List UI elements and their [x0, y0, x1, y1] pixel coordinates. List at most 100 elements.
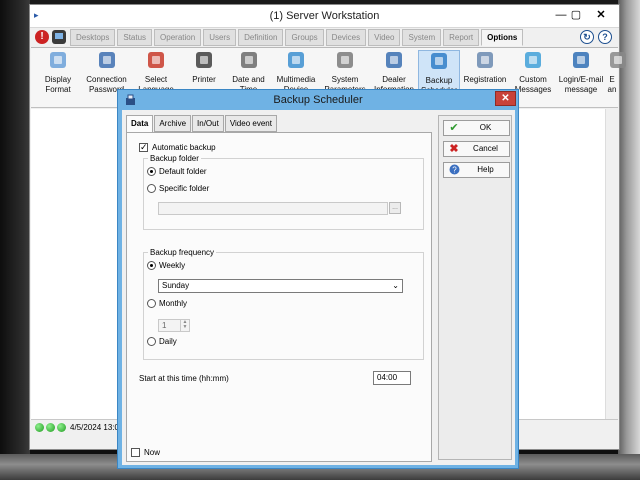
ok-button[interactable]: ✔ OK — [443, 120, 510, 136]
weekly-label: Weekly — [159, 261, 186, 270]
ribbon-label-line1: Backup — [425, 76, 453, 85]
main-tabs: Desktops Status Operation Users Definition Gr… — [70, 29, 525, 46]
ribbon-label-line1: Multimedia — [276, 75, 316, 84]
cancel-button[interactable]: ✖ Cancel — [443, 141, 510, 157]
default-folder-radio[interactable] — [147, 167, 156, 176]
ribbon-label-line1: Select — [144, 75, 168, 84]
printer-icon — [191, 50, 217, 72]
now-label: Now — [144, 448, 161, 457]
backup-folder-title: Backup folder — [148, 154, 201, 163]
help-icon[interactable]: ? — [598, 30, 612, 44]
folder-path-field[interactable] — [158, 202, 388, 215]
ribbon-label-line1: Printer — [192, 75, 216, 84]
alarm-icon[interactable] — [35, 30, 49, 44]
connection-password-icon — [94, 50, 120, 72]
dialog-title: Backup Scheduler — [273, 94, 363, 106]
dialog-body: Data Archive In/Out Video event Automati… — [122, 110, 515, 465]
tools-icon — [332, 50, 358, 72]
chevron-down-icon: ⌄ — [392, 281, 399, 290]
display-format-icon — [45, 50, 71, 72]
tab-options[interactable]: Options — [481, 29, 524, 46]
daily-radio[interactable] — [147, 337, 156, 346]
ribbon-label-line1: Custom — [519, 75, 547, 84]
dialog-button-panel: ✔ OK ✖ Cancel ? Help — [438, 115, 512, 460]
tab-users[interactable]: Users — [203, 29, 237, 46]
ribbon-button-login-e-mail-message[interactable]: Login/E-mail message — [556, 50, 606, 106]
monthly-radio[interactable] — [147, 299, 156, 308]
backup-frequency-group: Backup frequency Weekly Sunday ⌄ Monthly… — [143, 248, 424, 360]
weekday-value: Sunday — [162, 281, 190, 290]
tab-video[interactable]: Video — [368, 29, 401, 46]
tab-status[interactable]: Status — [117, 29, 153, 46]
backup-folder-group: Backup folder Default folder Specific fo… — [143, 154, 424, 230]
tab-desktops[interactable]: Desktops — [70, 29, 116, 46]
clock-icon — [236, 50, 262, 72]
specific-folder-label: Specific folder — [159, 184, 210, 193]
ribbon-label-line2: message — [564, 85, 598, 94]
weekly-radio[interactable] — [147, 261, 156, 270]
dialog-close-button[interactable]: ✕ — [495, 91, 516, 106]
main-tabstrip: DesktopsStatusOperationUsersDefinitionGr… — [31, 28, 618, 48]
ribbon-label-line1: Login/E-mail — [558, 75, 604, 84]
cross-icon: ✖ — [449, 143, 459, 155]
ribbon-button-display-format[interactable]: Display Format — [35, 50, 81, 106]
ok-label: OK — [479, 123, 492, 132]
now-checkbox[interactable] — [131, 448, 140, 457]
browse-folder-button[interactable]: ... — [389, 202, 401, 214]
dialog-title-bar[interactable]: Backup Scheduler ✕ — [118, 90, 518, 110]
truncated-icon — [605, 50, 631, 72]
backup-frequency-title: Backup frequency — [148, 248, 217, 257]
refresh-icon[interactable]: ↻ — [580, 30, 594, 44]
status-light-icon — [57, 423, 66, 432]
language-icon — [143, 50, 169, 72]
help-button[interactable]: ? Help — [443, 162, 510, 178]
tab-archive[interactable]: Archive — [154, 115, 192, 132]
status-datetime: 4/5/2024 13:07 — [70, 423, 124, 432]
ribbon-label-line2: Messages — [514, 85, 552, 94]
automatic-backup-checkbox[interactable] — [139, 142, 148, 153]
specific-folder-radio[interactable] — [147, 184, 156, 193]
tab-data[interactable]: Data — [126, 115, 154, 133]
registration-icon — [472, 50, 498, 72]
tab-report[interactable]: Report — [443, 29, 480, 46]
ribbon-label-line1: Date and — [232, 75, 265, 84]
tab-operation[interactable]: Operation — [154, 29, 202, 46]
close-button[interactable]: ✕ — [590, 7, 612, 23]
monthly-label: Monthly — [159, 299, 188, 308]
database-icon — [426, 51, 452, 73]
cancel-label: Cancel — [473, 144, 498, 153]
start-time-label: Start at this time (hh:mm) — [139, 374, 229, 383]
weekday-select[interactable]: Sunday ⌄ — [158, 279, 403, 293]
dealer-icon — [381, 50, 407, 72]
checkmark-icon: ✔ — [449, 122, 459, 134]
ribbon-label-line1: Registration — [463, 75, 507, 84]
monthly-day-stepper[interactable]: 1 ▲ ▼ — [158, 319, 190, 332]
status-light-icon — [46, 423, 55, 432]
ribbon-label-line2: an — [607, 85, 617, 94]
start-time-input[interactable]: 04:00 — [373, 371, 411, 385]
tab-devices[interactable]: Devices — [325, 29, 367, 46]
maximize-button[interactable]: ▢ — [565, 7, 587, 23]
automatic-backup-label: Automatic backup — [152, 143, 216, 152]
email-icon — [568, 50, 594, 72]
tab-system[interactable]: System — [402, 29, 442, 46]
stepper-arrows-icon[interactable]: ▲ ▼ — [180, 320, 189, 331]
multimedia-icon — [283, 50, 309, 72]
ribbon-button-e-an[interactable]: Ean — [605, 50, 626, 106]
screen-icon[interactable] — [52, 30, 66, 44]
tab-in-out[interactable]: In/Out — [192, 115, 224, 132]
backup-scheduler-dialog: Backup Scheduler ✕ Data Archive In/Out V… — [117, 89, 519, 469]
vertical-scrollbar[interactable] — [605, 109, 618, 419]
default-folder-label: Default folder — [159, 167, 207, 176]
ribbon-button-custom-messages[interactable]: Custom Messages — [513, 50, 553, 106]
photo-background-left — [0, 0, 30, 480]
help-circle-icon: ? — [448, 164, 460, 176]
window-title: (1) Server Workstation — [269, 10, 380, 22]
tab-groups[interactable]: Groups — [285, 29, 324, 46]
title-bar: ▸ (1) Server Workstation — ▢ ✕ — [30, 5, 619, 28]
tab-definition[interactable]: Definition — [238, 29, 284, 46]
tab-video-event[interactable]: Video event — [224, 115, 277, 132]
svg-text:?: ? — [452, 165, 457, 174]
ribbon-label-line1: E — [609, 75, 615, 84]
ribbon-label-line1: Display — [44, 75, 72, 84]
